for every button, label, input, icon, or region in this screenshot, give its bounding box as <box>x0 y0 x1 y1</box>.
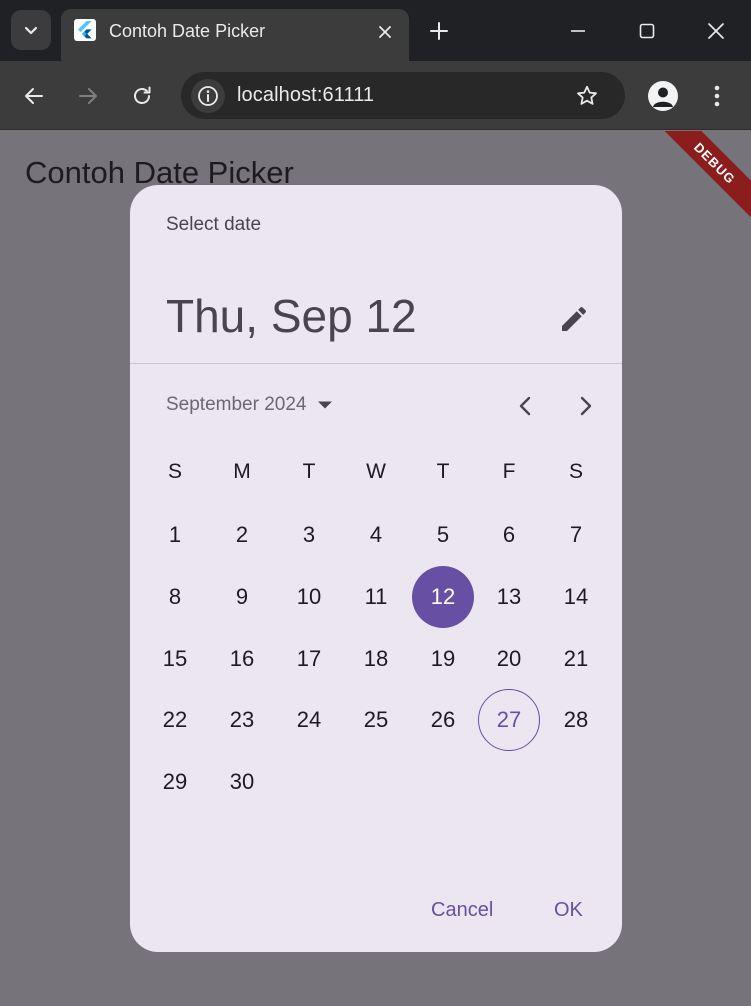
person-icon <box>653 87 673 107</box>
app-viewport: Contoh Date Picker DEBUG Select date Thu… <box>0 131 751 1006</box>
close-icon <box>708 23 724 39</box>
weekday-label: S <box>167 460 182 483</box>
chevron-down-icon <box>24 26 38 35</box>
browser-menu-button[interactable] <box>702 81 732 111</box>
maximize-icon <box>639 23 655 39</box>
month-year-selector[interactable]: September 2024 <box>166 392 333 418</box>
site-info-button[interactable] <box>191 79 225 113</box>
calendar-day[interactable]: 9 <box>211 566 273 628</box>
reload-icon <box>134 86 151 104</box>
address-bar[interactable]: localhost:61111 <box>181 72 625 119</box>
arrow-left-icon <box>25 88 43 104</box>
browser-tab-active[interactable]: Contoh Date Picker <box>61 9 409 61</box>
selected-date-headline: Thu, Sep 12 <box>166 290 417 342</box>
previous-month-button[interactable] <box>508 389 542 423</box>
calendar-day[interactable]: 30 <box>211 751 273 813</box>
tab-title: Contoh Date Picker <box>109 21 266 41</box>
calendar-day[interactable]: 28 <box>545 689 607 751</box>
tab-close-button[interactable] <box>373 20 397 44</box>
weekday-label: T <box>436 460 450 483</box>
calendar-day[interactable]: 14 <box>545 566 607 628</box>
minimize-button[interactable] <box>562 15 594 47</box>
chevron-left-icon <box>519 396 531 416</box>
back-button[interactable] <box>17 79 51 113</box>
header-divider <box>130 363 622 364</box>
calendar-day[interactable]: 2 <box>211 504 273 566</box>
close-icon <box>379 26 391 38</box>
cancel-button[interactable]: Cancel <box>431 899 493 922</box>
forward-button[interactable] <box>71 79 105 113</box>
calendar-day[interactable]: 13 <box>478 566 540 628</box>
minimize-icon <box>571 30 585 32</box>
calendar-day[interactable]: 5 <box>412 504 474 566</box>
weekday-label: M <box>233 460 251 483</box>
more-vert-icon <box>714 85 720 107</box>
dropdown-arrow-icon <box>317 400 333 410</box>
calendar-day[interactable]: 25 <box>345 689 407 751</box>
calendar-day[interactable]: 18 <box>345 628 407 690</box>
month-year-label: September 2024 <box>166 394 307 415</box>
calendar-day[interactable]: 8 <box>144 566 206 628</box>
new-tab-button[interactable] <box>424 16 454 46</box>
url-text[interactable]: localhost:61111 <box>237 84 374 107</box>
arrow-right-icon <box>79 88 97 104</box>
calendar-day[interactable]: 6 <box>478 504 540 566</box>
calendar-day-selected[interactable]: 12 <box>412 566 474 628</box>
browser-tabstrip: Contoh Date Picker <box>0 0 751 61</box>
bookmark-button[interactable] <box>573 82 601 110</box>
calendar-day[interactable]: 11 <box>345 566 407 628</box>
calendar-day[interactable]: 19 <box>412 628 474 690</box>
profile-avatar-button[interactable] <box>648 81 678 111</box>
switch-to-input-button[interactable] <box>554 299 594 339</box>
calendar-day-today[interactable]: 27 <box>478 689 540 751</box>
ok-button[interactable]: OK <box>554 899 583 922</box>
close-window-button[interactable] <box>700 15 732 47</box>
debug-banner: DEBUG <box>659 131 751 219</box>
calendar-day[interactable]: 3 <box>278 504 340 566</box>
browser-toolbar: localhost:61111 <box>0 61 751 130</box>
calendar-day[interactable]: 16 <box>211 628 273 690</box>
calendar-day[interactable]: 29 <box>144 751 206 813</box>
calendar-day[interactable]: 26 <box>412 689 474 751</box>
maximize-button[interactable] <box>631 15 663 47</box>
calendar-day[interactable]: 22 <box>144 689 206 751</box>
reload-button[interactable] <box>125 79 159 113</box>
debug-banner-label: DEBUG <box>691 139 739 187</box>
edit-pencil-icon <box>562 306 587 331</box>
date-picker-dialog: Select date Thu, Sep 12 September 2024 S… <box>130 185 622 952</box>
calendar-day[interactable]: 20 <box>478 628 540 690</box>
calendar-day[interactable]: 21 <box>545 628 607 690</box>
calendar-day[interactable]: 4 <box>345 504 407 566</box>
date-picker-help-text: Select date <box>166 214 262 235</box>
calendar-day[interactable]: 15 <box>144 628 206 690</box>
weekday-label: F <box>502 460 516 483</box>
weekday-label: W <box>366 460 386 483</box>
calendar-day[interactable]: 24 <box>278 689 340 751</box>
flutter-favicon-icon <box>74 19 96 41</box>
calendar-day[interactable]: 23 <box>211 689 273 751</box>
plus-icon <box>430 22 448 40</box>
calendar-day[interactable]: 1 <box>144 504 206 566</box>
calendar-day[interactable]: 17 <box>278 628 340 690</box>
star-icon <box>577 85 597 105</box>
weekday-label: T <box>302 460 316 483</box>
calendar-day[interactable]: 10 <box>278 566 340 628</box>
info-icon <box>198 86 218 106</box>
chevron-right-icon <box>580 396 592 416</box>
tab-search-button[interactable] <box>11 10 51 50</box>
calendar-day[interactable]: 7 <box>545 504 607 566</box>
next-month-button[interactable] <box>569 389 603 423</box>
weekday-label: S <box>568 460 583 483</box>
